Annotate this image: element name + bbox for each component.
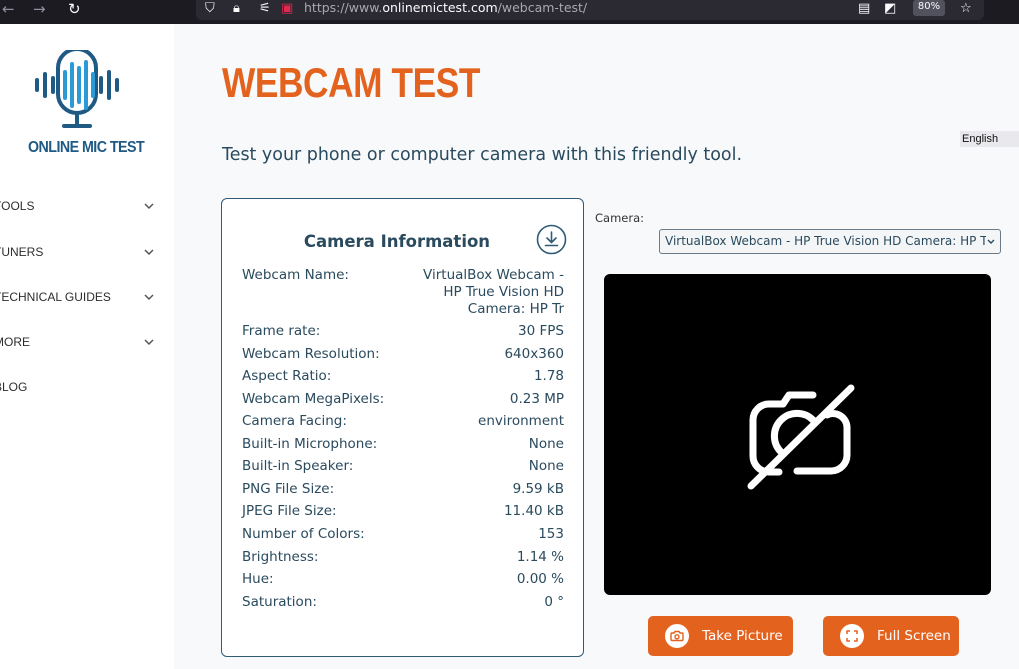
sidebar: ONLINE MIC TEST TOOLS TUNERS TECHNICAL G… <box>0 24 174 669</box>
info-label: Number of Colors: <box>242 526 365 542</box>
info-value: None <box>528 458 564 474</box>
video-preview[interactable] <box>604 274 991 595</box>
fullscreen-icon <box>846 630 858 642</box>
chevron-down-icon <box>144 294 154 301</box>
page-title: WEBCAM TEST <box>222 59 481 106</box>
camera-icon <box>670 630 684 642</box>
info-label: Saturation: <box>242 594 317 610</box>
info-row-resolution: Webcam Resolution: 640x360 <box>242 346 564 366</box>
info-value: 640x360 <box>504 346 564 362</box>
fullscreen-icon-badge <box>840 624 864 648</box>
logo-text[interactable]: ONLINE MIC TEST <box>28 139 145 157</box>
info-value: 1.14 % <box>516 549 564 565</box>
info-label: Built-in Speaker: <box>242 458 354 474</box>
info-label: Aspect Ratio: <box>242 368 332 384</box>
camera-select[interactable]: VirtualBox Webcam - HP True Vision HD Ca… <box>659 229 1001 254</box>
reload-icon[interactable]: ↻ <box>68 0 81 20</box>
info-value: 11.40 kB <box>503 503 564 519</box>
info-label: Webcam MegaPixels: <box>242 391 385 407</box>
take-picture-label: Take Picture <box>702 628 783 644</box>
info-label: Frame rate: <box>242 323 321 339</box>
info-row-jpeg-size: JPEG File Size: 11.40 kB <box>242 503 564 523</box>
chevron-down-icon <box>144 203 154 210</box>
info-label: Brightness: <box>242 549 319 565</box>
sidebar-item-technical-guides[interactable]: TECHNICAL GUIDES <box>0 287 160 307</box>
camera-info-card: Camera Information Webcam Name: VirtualB… <box>221 198 584 657</box>
browser-toolbar: ← → ↻ ⛉ 🔒︎ ⚟ ▣ https://www.onlinemictest… <box>0 0 1019 24</box>
sidebar-item-tools[interactable]: TOOLS <box>0 196 160 216</box>
page-subtitle: Test your phone or computer camera with … <box>222 144 742 165</box>
info-row-frame-rate: Frame rate: 30 FPS <box>242 323 564 343</box>
info-value: 1.78 <box>533 368 564 384</box>
full-screen-button[interactable]: Full Screen <box>823 616 959 656</box>
chevron-down-icon <box>144 249 154 256</box>
info-value: 153 <box>538 526 564 542</box>
forward-icon[interactable]: → <box>33 0 46 20</box>
info-value: VirtualBox Webcam - HP True Vision HD Ca… <box>423 267 564 317</box>
sidebar-item-label: MORE <box>0 335 30 349</box>
sidebar-item-tuners[interactable]: TUNERS <box>0 242 160 262</box>
info-row-brightness: Brightness: 1.14 % <box>242 549 564 569</box>
sidebar-item-label: TUNERS <box>0 245 44 259</box>
lock-icon[interactable]: 🔒︎ <box>233 1 240 17</box>
screen-share-icon[interactable]: ◩ <box>884 1 896 17</box>
info-row-saturation: Saturation: 0 ° <box>242 594 564 614</box>
sidebar-item-label: TOOLS <box>0 199 35 213</box>
camera-icon-badge <box>665 624 689 648</box>
info-label: Webcam Name: <box>242 267 349 283</box>
info-row-microphone: Built-in Microphone: None <box>242 436 564 456</box>
sidebar-item-more[interactable]: MORE <box>0 332 160 352</box>
sidebar-item-label: BLOG <box>0 380 28 394</box>
info-value: 30 FPS <box>518 323 564 339</box>
sidebar-item-blog[interactable]: BLOG <box>0 377 160 397</box>
url-text[interactable]: https://www.onlinemictest.com/webcam-tes… <box>304 0 587 16</box>
info-row-colors: Number of Colors: 153 <box>242 526 564 546</box>
info-row-aspect-ratio: Aspect Ratio: 1.78 <box>242 368 564 388</box>
info-value: 0.00 % <box>516 571 564 587</box>
info-label: Camera Facing: <box>242 413 347 429</box>
info-row-megapixels: Webcam MegaPixels: 0.23 MP <box>242 391 564 411</box>
sidebar-item-label: TECHNICAL GUIDES <box>0 290 111 304</box>
info-row-speaker: Built-in Speaker: None <box>242 458 564 478</box>
shield-icon[interactable]: ⛉ <box>205 1 215 17</box>
zoom-level[interactable]: 80% <box>913 0 945 16</box>
info-label: PNG File Size: <box>242 481 335 497</box>
full-screen-label: Full Screen <box>877 628 951 644</box>
chevron-down-icon <box>986 230 996 253</box>
camera-info-title: Camera Information <box>303 232 491 251</box>
camera-sharing-icon[interactable]: ▣ <box>281 1 293 17</box>
info-row-camera-facing: Camera Facing: environment <box>242 413 564 433</box>
take-picture-button[interactable]: Take Picture <box>648 616 793 656</box>
info-value: 9.59 kB <box>512 481 564 497</box>
chevron-down-icon <box>144 339 154 346</box>
microphone-logo-icon[interactable] <box>34 50 120 132</box>
info-label: Webcam Resolution: <box>242 346 380 362</box>
info-value: None <box>528 436 564 452</box>
back-icon[interactable]: ← <box>2 0 15 20</box>
info-label: Built-in Microphone: <box>242 436 378 452</box>
info-value: 0.23 MP <box>509 391 564 407</box>
info-label: Hue: <box>242 571 274 587</box>
info-row-png-size: PNG File Size: 9.59 kB <box>242 481 564 501</box>
address-bar[interactable]: ⛉ 🔒︎ ⚟ ▣ https://www.onlinemictest.com/w… <box>196 0 984 20</box>
camera-select-value: VirtualBox Webcam - HP True Vision HD Ca… <box>665 234 991 248</box>
reader-view-icon[interactable]: ▤ <box>858 1 870 17</box>
camera-off-icon <box>747 384 855 490</box>
info-label: JPEG File Size: <box>242 503 337 519</box>
info-row-hue: Hue: 0.00 % <box>242 571 564 591</box>
permissions-icon[interactable]: ⚟ <box>259 1 271 17</box>
bookmark-star-icon[interactable]: ☆ <box>960 1 972 17</box>
language-select[interactable]: English <box>960 131 1019 147</box>
info-value: environment <box>478 413 564 429</box>
info-row-webcam-name: Webcam Name: VirtualBox Webcam - HP True… <box>242 267 564 319</box>
download-icon[interactable] <box>536 224 567 255</box>
camera-select-label: Camera: <box>595 211 645 225</box>
info-value: 0 ° <box>544 594 564 610</box>
